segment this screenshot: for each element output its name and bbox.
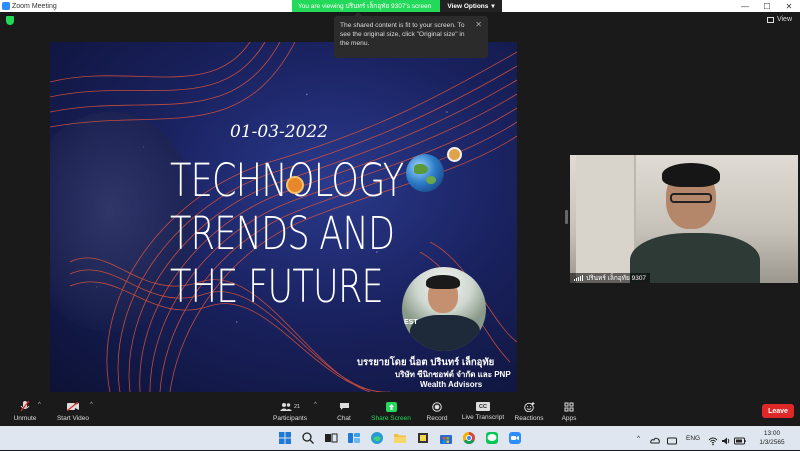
close-icon[interactable]: ✕ <box>475 20 482 29</box>
video-options-caret[interactable]: ^ <box>90 402 93 408</box>
close-window-button[interactable]: ✕ <box>778 0 800 12</box>
participants-count: 21 <box>293 403 301 410</box>
participant-name: ปรินทร์ เล็กอุทัย 9307 <box>586 275 647 282</box>
video-off-icon <box>67 402 79 412</box>
live-transcript-button[interactable]: CC Live Transcript <box>461 397 505 426</box>
apps-label: Apps <box>561 414 577 422</box>
earth-globe-icon <box>406 154 444 192</box>
windows-taskbar: ^ ENG 13:00 1/3/2565 <box>0 426 800 450</box>
touch-keyboard-icon[interactable] <box>667 433 677 445</box>
record-button[interactable]: Record <box>424 397 450 426</box>
globe-land <box>414 164 428 174</box>
apps-icon <box>563 402 575 412</box>
share-screen-label: Share Screen <box>371 414 411 422</box>
window-title: Zoom Meeting <box>12 2 57 10</box>
record-icon <box>431 401 443 412</box>
maximize-button[interactable]: ☐ <box>756 0 778 12</box>
task-view-icon[interactable] <box>324 431 338 445</box>
chat-label: Chat <box>337 414 351 422</box>
minimize-button[interactable]: — <box>734 0 756 12</box>
participants-icon: 21 <box>279 402 301 412</box>
muted-microphone-icon <box>19 401 31 412</box>
cloud-icon[interactable] <box>650 433 660 444</box>
fit-to-screen-tooltip: The shared content is fit to your screen… <box>334 12 488 58</box>
audio-options-caret[interactable]: ^ <box>38 402 41 408</box>
leave-button[interactable]: Leave <box>762 404 794 418</box>
show-hidden-icons-caret[interactable]: ^ <box>637 426 640 450</box>
wifi-icon[interactable] <box>708 433 718 446</box>
tooltip-text: The shared content is fit to your screen… <box>340 22 465 47</box>
reactions-button[interactable]: Reactions <box>513 397 545 426</box>
shared-slide: 01-03-2022 TECHNOLOGY TRENDS AND THE FUT… <box>50 42 517 392</box>
presenter-photo: EST <box>402 267 486 351</box>
line-app-icon[interactable] <box>485 431 499 445</box>
video-person-glasses <box>670 193 712 203</box>
zoom-app-icon <box>2 2 10 10</box>
photo-shirt-text: EST <box>404 319 418 326</box>
grid-icon <box>766 16 774 23</box>
participant-video-tile[interactable]: ปรินทร์ เล็กอุทัย 9307 <box>570 155 798 283</box>
participants-label: Participants <box>273 414 307 422</box>
view-options-button[interactable]: View Options ▾ <box>440 0 502 12</box>
chat-icon <box>338 402 350 412</box>
zoom-taskbar-icon[interactable] <box>508 431 522 445</box>
video-door <box>576 155 636 283</box>
screen-share-banner: You are viewing ปรินทร์ เล็กอุทัย 9307's… <box>292 0 502 12</box>
panel-resize-handle[interactable] <box>565 210 568 224</box>
taskbar-clock[interactable]: 13:00 1/3/2565 <box>754 429 790 447</box>
signal-bars-icon <box>574 275 583 281</box>
photo-hair <box>426 275 460 289</box>
photo-shirt <box>410 315 480 351</box>
battery-icon[interactable] <box>734 433 746 445</box>
shiba-coin-icon <box>286 176 304 194</box>
chat-button[interactable]: Chat <box>332 397 356 426</box>
viewing-screen-text: You are viewing ปรินทร์ เล็กอุทัย 9307's… <box>292 0 440 12</box>
widgets-icon[interactable] <box>347 431 361 445</box>
participants-options-caret[interactable]: ^ <box>314 402 317 408</box>
slide-title-line-3: THE FUTURE <box>170 260 384 313</box>
live-transcript-label: Live Transcript <box>461 414 505 421</box>
volume-icon[interactable] <box>721 433 731 445</box>
company-credit-line-2: Wealth Advisors <box>420 380 483 389</box>
record-label: Record <box>426 414 448 422</box>
chevron-down-icon: ▾ <box>491 3 495 10</box>
video-person-hair <box>662 163 720 187</box>
dogecoin-icon <box>447 147 462 162</box>
slide-title-line-2: TRENDS AND <box>170 207 395 260</box>
reactions-label: Reactions <box>514 414 544 422</box>
start-video-label: Start Video <box>56 414 90 422</box>
view-button[interactable]: View <box>766 16 792 23</box>
windows-start-icon[interactable] <box>278 431 292 445</box>
edge-browser-icon[interactable] <box>370 431 384 445</box>
unmute-label: Unmute <box>13 414 37 422</box>
store-icon[interactable] <box>439 431 453 445</box>
participants-button[interactable]: 21 Participants <box>270 397 310 426</box>
unmute-button[interactable]: Unmute <box>10 397 40 426</box>
share-screen-button[interactable]: Share Screen <box>369 397 413 426</box>
slide-date: 01-03-2022 <box>230 122 329 142</box>
tooltip-arrow <box>354 12 362 16</box>
sticky-notes-icon[interactable] <box>416 431 430 445</box>
input-language[interactable]: ENG <box>686 426 700 450</box>
apps-button[interactable]: Apps <box>558 397 580 426</box>
globe-land <box>426 176 436 184</box>
file-explorer-icon[interactable] <box>393 431 407 445</box>
closed-caption-icon: CC <box>476 402 490 411</box>
start-video-button[interactable]: Start Video <box>55 397 91 426</box>
chrome-icon[interactable] <box>462 431 476 445</box>
clock-date: 1/3/2565 <box>759 439 785 446</box>
share-screen-icon <box>385 401 397 412</box>
encryption-shield-icon[interactable] <box>6 16 14 25</box>
view-label: View <box>776 16 792 23</box>
search-icon[interactable] <box>301 431 315 445</box>
participant-name-tag: ปรินทร์ เล็กอุทัย 9307 <box>570 273 651 283</box>
clock-time: 13:00 <box>763 430 781 437</box>
view-options-label: View Options <box>447 2 489 10</box>
meeting-toolbar: Unmute ^ Start Video ^ 21 Participants ^… <box>0 397 800 426</box>
slide-title: TECHNOLOGY TRENDS AND THE FUTURE <box>170 154 404 313</box>
reactions-icon <box>523 401 535 412</box>
